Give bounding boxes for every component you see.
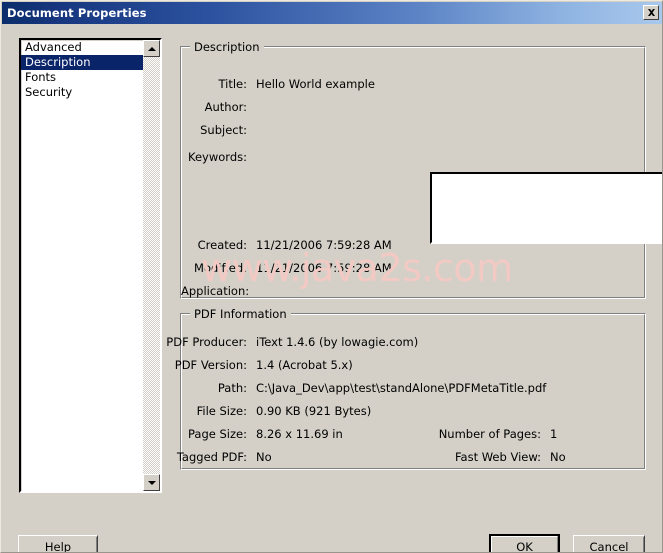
window-title: Document Properties — [7, 6, 147, 20]
field-title-label: Title: — [218, 77, 247, 91]
field-pdf-version-value: 1.4 (Acrobat 5.x) — [256, 358, 353, 372]
field-file-size-label: File Size: — [196, 404, 247, 418]
field-number-of-pages: Number of Pages: 1 — [431, 427, 558, 441]
field-file-size: File Size: 0.90 KB (921 Bytes) — [147, 404, 372, 418]
field-fast-web-view-label: Fast Web View: — [454, 450, 541, 464]
field-title: Title: Hello World example — [181, 77, 375, 91]
keywords-input[interactable] — [430, 172, 662, 244]
field-author: Author: — [181, 100, 256, 114]
field-modified-value: 11/21/2006 7:59:28 AM — [256, 261, 392, 275]
field-author-label: Author: — [204, 100, 247, 114]
field-pdf-version-label: PDF Version: — [174, 358, 247, 372]
dialog-client-area: Advanced Description Fonts Security Desc… — [2, 24, 662, 553]
field-pdf-producer-label: PDF Producer: — [166, 335, 247, 349]
field-path: Path: C:\Java_Dev\app\test\standAlone\PD… — [147, 381, 546, 395]
ok-button[interactable]: OK — [489, 534, 560, 553]
sidebar-item-security[interactable]: Security — [21, 85, 143, 100]
field-application-label: Application: — [181, 284, 250, 298]
field-subject: Subject: — [181, 123, 256, 137]
arrow-down-icon — [147, 480, 156, 485]
field-title-value[interactable]: Hello World example — [256, 77, 375, 91]
description-groupbox: Description Title: Hello World example A… — [180, 40, 662, 299]
field-number-of-pages-value: 1 — [550, 427, 558, 441]
scroll-down-button[interactable] — [143, 474, 160, 491]
field-created-value: 11/21/2006 7:59:28 AM — [256, 238, 392, 252]
scroll-up-button[interactable] — [143, 40, 160, 57]
field-pdf-producer-value: iText 1.4.6 (by lowagie.com) — [256, 335, 419, 349]
field-keywords: Keywords: — [181, 150, 247, 164]
category-list: Advanced Description Fonts Security — [21, 40, 143, 491]
field-fast-web-view-value: No — [550, 450, 566, 464]
field-page-size: Page Size: 8.26 x 11.69 in — [147, 427, 343, 441]
sidebar-item-advanced[interactable]: Advanced — [21, 40, 143, 55]
field-file-size-value: 0.90 KB (921 Bytes) — [256, 404, 372, 418]
field-tagged-pdf-value: No — [256, 450, 272, 464]
field-created-label: Created: — [197, 238, 247, 252]
field-application: Application: — [181, 284, 256, 298]
document-properties-dialog: Document Properties Advanced Description… — [0, 0, 663, 553]
field-subject-label: Subject: — [200, 123, 247, 137]
field-keywords-label: Keywords: — [188, 150, 247, 164]
sidebar-item-fonts[interactable]: Fonts — [21, 70, 143, 85]
field-number-of-pages-label: Number of Pages: — [438, 427, 541, 441]
sidebar-item-description[interactable]: Description — [21, 55, 143, 70]
field-tagged-pdf-label: Tagged PDF: — [176, 450, 247, 464]
title-bar: Document Properties — [2, 2, 662, 24]
field-path-label: Path: — [217, 381, 247, 395]
description-group-title: Description — [190, 40, 264, 54]
help-button[interactable]: Help — [18, 535, 98, 552]
ok-button-label: OK — [516, 539, 533, 553]
cancel-button[interactable]: Cancel — [573, 535, 645, 552]
field-created: Created: 11/21/2006 7:59:28 AM — [181, 238, 392, 252]
pdf-information-group-title: PDF Information — [190, 307, 291, 321]
category-listbox[interactable]: Advanced Description Fonts Security — [19, 38, 162, 493]
field-page-size-value: 8.26 x 11.69 in — [256, 427, 343, 441]
field-modified-label: Modified: — [194, 261, 247, 275]
field-path-value: C:\Java_Dev\app\test\standAlone\PDFMetaT… — [256, 381, 547, 395]
field-fast-web-view: Fast Web View: No — [431, 450, 566, 464]
close-icon — [647, 8, 656, 17]
field-modified: Modified: 11/21/2006 7:59:28 AM — [181, 261, 392, 275]
pdf-information-groupbox: PDF Information PDF Producer: iText 1.4.… — [166, 307, 646, 470]
field-page-size-label: Page Size: — [188, 427, 247, 441]
listbox-scrollbar[interactable] — [143, 40, 160, 491]
field-tagged-pdf: Tagged PDF: No — [147, 450, 272, 464]
arrow-up-icon — [147, 46, 156, 51]
field-pdf-producer: PDF Producer: iText 1.4.6 (by lowagie.co… — [147, 335, 418, 349]
close-button[interactable] — [643, 5, 659, 20]
field-pdf-version: PDF Version: 1.4 (Acrobat 5.x) — [147, 358, 353, 372]
